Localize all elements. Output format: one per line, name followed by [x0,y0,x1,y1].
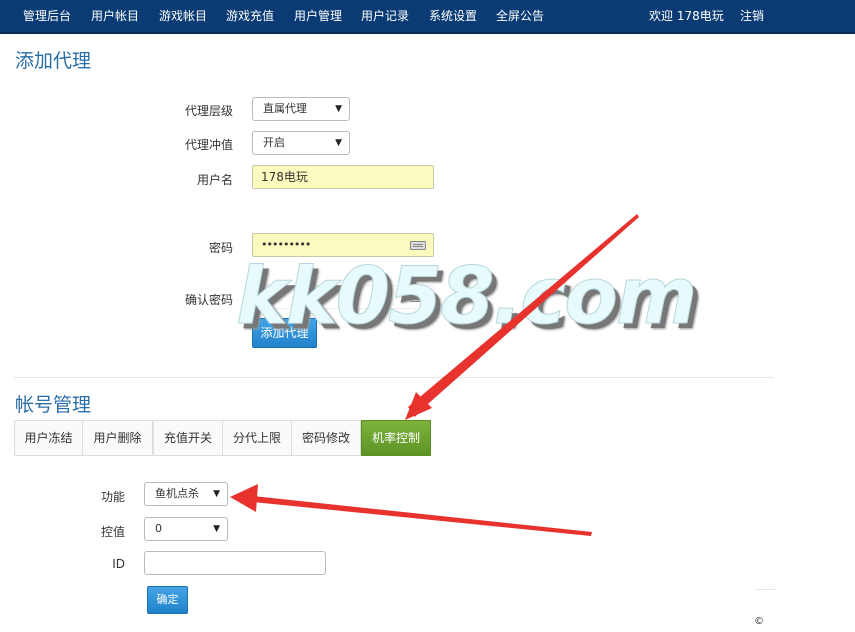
tab-password-change[interactable]: 密码修改 [291,420,361,456]
nav-admin-home[interactable]: 管理后台 [23,0,71,34]
add-agent-title: 添加代理 [15,50,92,72]
nav-game-recharge[interactable]: 游戏充值 [226,0,274,34]
nav-game-accounts[interactable]: 游戏帐目 [159,0,207,34]
id-label: ID [112,557,125,571]
nav-user-accounts[interactable]: 用户帐目 [91,0,139,34]
arrow-to-function-select [243,495,592,536]
agent-level-value: 直属代理 [263,102,307,115]
chevron-down-icon: ▼ [213,524,220,534]
function-label: 功能 [100,490,125,504]
control-value: 0 [155,522,162,535]
nav-user-records[interactable]: 用户记录 [361,0,409,34]
nav-user-management[interactable]: 用户管理 [294,0,342,34]
confirm-password-label: 确认密码 [184,293,233,307]
tab-user-delete[interactable]: 用户删除 [82,420,153,456]
agent-recharge-select[interactable]: 开启 ▼ [252,131,350,155]
top-navbar: 管理后台 用户帐目 游戏帐目 游戏充值 用户管理 用户记录 系统设置 全屏公告 … [0,0,855,34]
tab-probability-control[interactable]: 机率控制 [361,420,431,456]
username-value: 178电玩 [261,170,308,184]
logout-link[interactable]: 注销 [740,0,764,34]
tab-recharge-switch[interactable]: 充值开关 [153,420,223,456]
password-label: 密码 [208,241,233,255]
nav-system-settings[interactable]: 系统设置 [429,0,477,34]
tab-sub-agent-limit[interactable]: 分代上限 [222,420,292,456]
section-divider [14,377,774,378]
confirm-button[interactable]: 确定 [147,586,188,614]
control-value-select[interactable]: 0 ▼ [144,517,228,541]
username-label: 用户名 [196,173,233,187]
chevron-down-icon: ▼ [335,138,342,148]
agent-level-label: 代理层级 [184,104,233,118]
chevron-down-icon: ▼ [335,104,342,114]
chevron-down-icon: ▼ [213,489,220,499]
function-select[interactable]: 鱼机点杀 ▼ [144,482,228,506]
copyright-symbol: © [754,616,764,627]
watermark: kk058.com [235,252,697,343]
arrowhead-probability-tab [405,392,432,420]
agent-recharge-label: 代理冲值 [184,138,233,152]
agent-recharge-value: 开启 [263,136,285,149]
keyboard-icon[interactable] [410,241,426,250]
control-value-label: 控值 [100,525,125,539]
footer-divider [755,589,775,590]
tab-user-freeze[interactable]: 用户冻结 [14,420,83,456]
password-value: ••••••••• [261,238,311,251]
username-input[interactable]: 178电玩 [252,165,434,189]
arrowhead-function-select [230,484,258,512]
agent-level-select[interactable]: 直属代理 ▼ [252,97,350,121]
id-input[interactable] [144,551,326,575]
nav-fullscreen-notice[interactable]: 全屏公告 [496,0,544,34]
account-management-title: 帐号管理 [15,394,92,416]
welcome-text: 欢迎 178电玩 [649,9,724,23]
function-value: 鱼机点杀 [155,487,199,500]
